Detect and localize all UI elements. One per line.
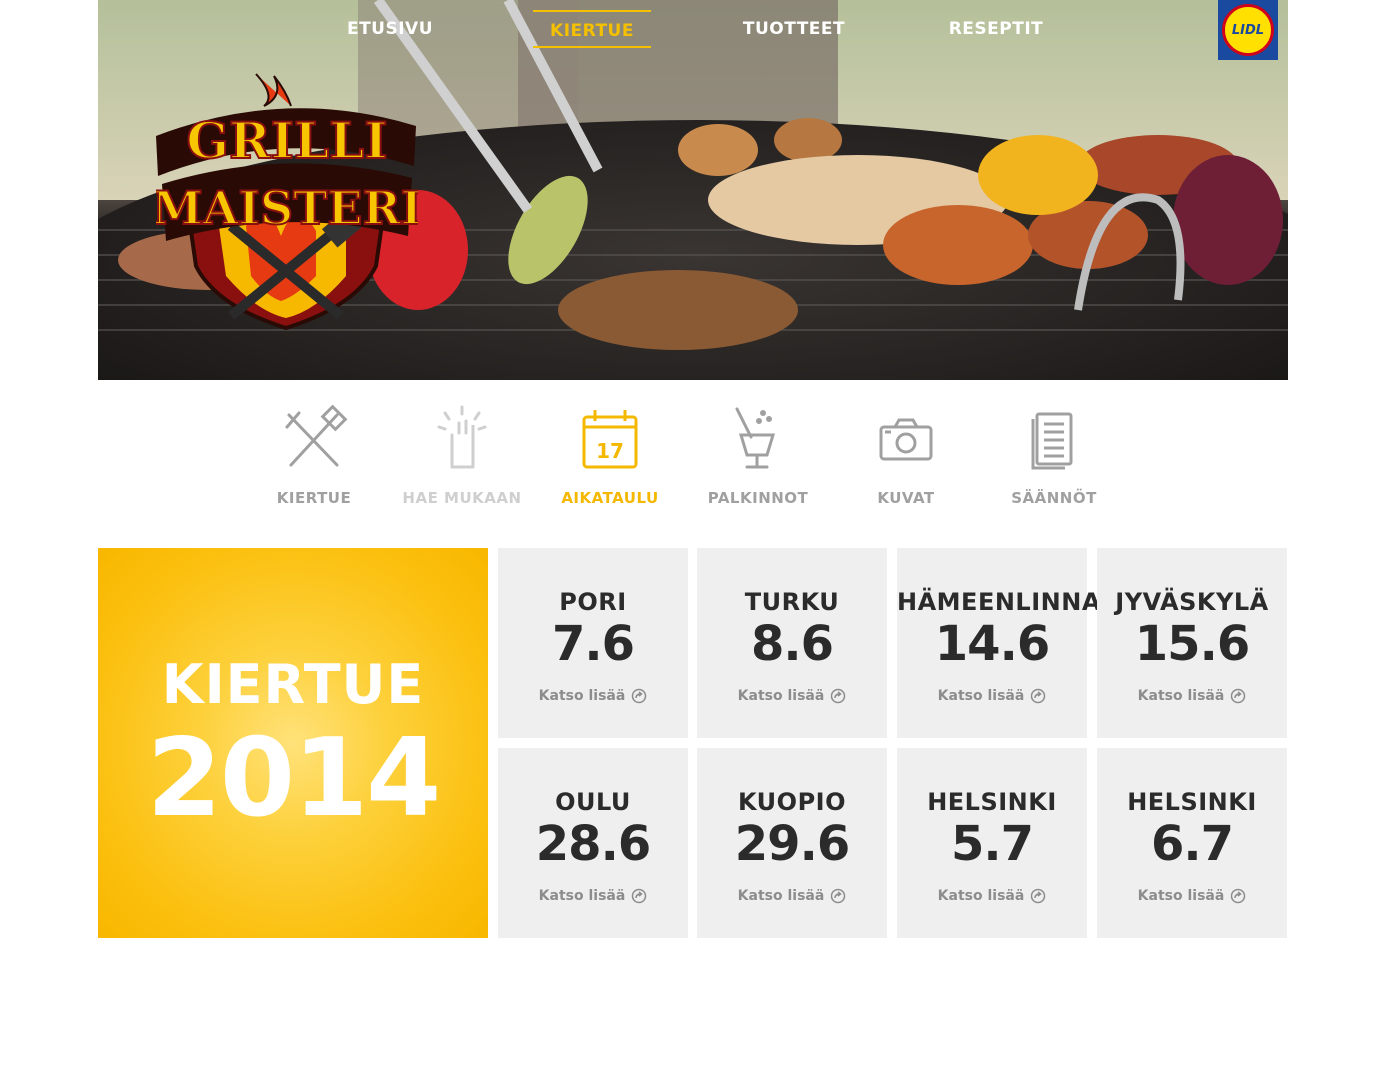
see-more-link[interactable]: Katso lisää	[1097, 888, 1287, 904]
tour-stop-city: HELSINKI	[1127, 788, 1257, 816]
hero-banner: ETUSIVU KIERTUE TUOTTEET RESEPTIT LIDL G…	[98, 0, 1288, 380]
icon-nav-kuvat[interactable]: KUVAT	[832, 405, 980, 515]
tour-stop-tile[interactable]: HELSINKI 6.7 Katso lisää	[1097, 748, 1287, 938]
tour-stop-city: OULU	[555, 788, 631, 816]
tour-stop-city: TURKU	[744, 588, 840, 616]
share-arrow-icon	[632, 888, 647, 904]
champagne-bucket-icon	[735, 407, 776, 469]
share-arrow-icon	[1031, 688, 1046, 704]
see-more-link[interactable]: Katso lisää	[697, 888, 887, 904]
tour-stop-date: 7.6	[551, 616, 635, 672]
tour-stop-city: HÄMEENLINNA	[897, 588, 1101, 616]
icon-nav-label: KIERTUE	[276, 489, 352, 507]
lidl-logo-text: LIDL	[1222, 4, 1274, 56]
tour-stop-city: KUOPIO	[738, 788, 846, 816]
share-arrow-icon	[1231, 888, 1246, 904]
see-more-link[interactable]: Katso lisää	[897, 888, 1087, 904]
tour-stop-date: 15.6	[1134, 616, 1250, 672]
tour-stop-tile[interactable]: TURKU 8.6 Katso lisää	[697, 548, 887, 738]
document-icon	[1031, 412, 1073, 470]
see-more-link[interactable]: Katso lisää	[1097, 688, 1287, 704]
section-icon-nav: KIERTUE HAE MUKAAN 17 AIKATAULU PALKINNO…	[240, 405, 1130, 515]
tour-stop-tile[interactable]: PORI 7.6 Katso lisää	[498, 548, 688, 738]
grillimaisteri-logo: GRILLI MAISTERI	[156, 73, 418, 330]
icon-nav-label: SÄÄNNÖT	[1011, 489, 1097, 507]
see-more-label: Katso lisää	[937, 688, 1025, 704]
tour-stop-date: 28.6	[535, 816, 651, 872]
nav-kiertue[interactable]: KIERTUE	[533, 10, 651, 48]
share-arrow-icon	[831, 888, 846, 904]
share-arrow-icon	[1031, 888, 1046, 904]
tour-stop-tile[interactable]: KUOPIO 29.6 Katso lisää	[697, 748, 887, 938]
see-more-label: Katso lisää	[737, 888, 825, 904]
icon-nav-hae-mukaan[interactable]: HAE MUKAAN	[388, 405, 536, 515]
see-more-label: Katso lisää	[538, 688, 626, 704]
logo-line2: MAISTERI	[156, 181, 418, 235]
lidl-logo[interactable]: LIDL	[1218, 0, 1278, 60]
tour-stop-tile[interactable]: HELSINKI 5.7 Katso lisää	[897, 748, 1087, 938]
tour-year: 2014	[146, 716, 442, 841]
nav-tuotteet[interactable]: TUOTTEET	[735, 10, 853, 48]
tour-stop-date: 6.7	[1150, 816, 1234, 872]
tour-stop-date: 29.6	[734, 816, 850, 872]
tour-stop-date: 14.6	[934, 616, 1050, 672]
tour-stop-tile[interactable]: OULU 28.6 Katso lisää	[498, 748, 688, 938]
icon-nav-label: HAE MUKAAN	[402, 489, 522, 507]
tour-stop-date: 8.6	[750, 616, 834, 672]
see-more-label: Katso lisää	[1137, 888, 1225, 904]
calendar-icon: 17	[582, 410, 638, 469]
see-more-label: Katso lisää	[937, 888, 1025, 904]
tour-stop-tile[interactable]: JYVÄSKYLÄ 15.6 Katso lisää	[1097, 548, 1287, 738]
see-more-link[interactable]: Katso lisää	[897, 688, 1087, 704]
camera-icon	[879, 418, 933, 461]
tour-title: KIERTUE	[161, 653, 425, 716]
share-arrow-icon	[632, 688, 647, 704]
logo-line1: GRILLI	[186, 111, 387, 170]
tour-stop-tile[interactable]: HÄMEENLINNA 14.6 Katso lisää	[897, 548, 1101, 738]
icon-nav-saannot[interactable]: SÄÄNNÖT	[980, 405, 1128, 515]
icon-nav-aikataulu[interactable]: 17 AIKATAULU	[536, 405, 684, 515]
icon-nav-label: KUVAT	[877, 489, 935, 507]
grill-tools-icon	[285, 405, 348, 467]
tour-stop-date: 5.7	[950, 816, 1034, 872]
nav-etusivu[interactable]: ETUSIVU	[331, 10, 449, 48]
see-more-label: Katso lisää	[538, 888, 626, 904]
share-arrow-icon	[831, 688, 846, 704]
tour-stop-city: JYVÄSKYLÄ	[1115, 588, 1269, 616]
share-arrow-icon	[1231, 688, 1246, 704]
tour-stop-city: HELSINKI	[927, 788, 1057, 816]
tour-stop-city: PORI	[559, 588, 627, 616]
icon-nav-label: AIKATAULU	[561, 489, 659, 507]
see-more-link[interactable]: Katso lisää	[498, 688, 688, 704]
icon-nav-palkinnot[interactable]: PALKINNOT	[684, 405, 832, 515]
see-more-label: Katso lisää	[737, 688, 825, 704]
calendar-day: 17	[596, 439, 624, 463]
raised-hand-icon	[437, 405, 487, 469]
see-more-link[interactable]: Katso lisää	[697, 688, 887, 704]
tour-year-block: KIERTUE 2014	[98, 548, 488, 938]
nav-reseptit[interactable]: RESEPTIT	[937, 10, 1055, 48]
icon-nav-label: PALKINNOT	[707, 489, 809, 507]
icon-nav-kiertue[interactable]: KIERTUE	[240, 405, 388, 515]
see-more-label: Katso lisää	[1137, 688, 1225, 704]
see-more-link[interactable]: Katso lisää	[498, 888, 688, 904]
main-nav: ETUSIVU KIERTUE TUOTTEET RESEPTIT LIDL	[98, 0, 1288, 60]
